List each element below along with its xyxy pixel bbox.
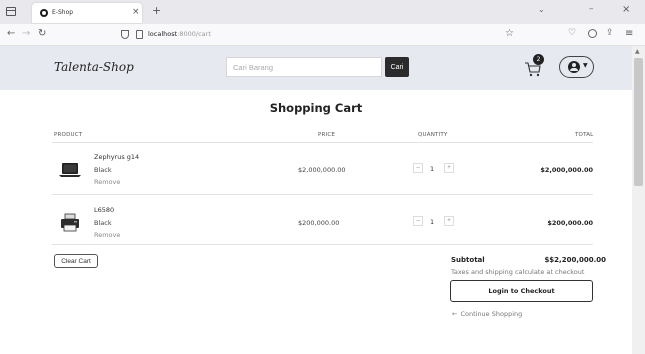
remove-item-link[interactable]: Remove xyxy=(94,231,120,239)
site-logo[interactable]: Talenta-Shop xyxy=(54,60,134,74)
minimize-icon[interactable]: – xyxy=(589,4,594,14)
close-tab-icon[interactable]: × xyxy=(132,7,140,17)
divider xyxy=(52,194,593,195)
caret-down-icon: ▼ xyxy=(583,62,588,69)
tax-note: Taxes and shipping calculate at checkout xyxy=(451,268,585,276)
address-bar[interactable]: localhost:8000/cart xyxy=(148,30,211,38)
pocket-icon[interactable]: ♡ xyxy=(568,28,576,38)
user-avatar-icon xyxy=(568,61,580,73)
arrow-left-icon: ← xyxy=(452,310,458,318)
divider xyxy=(52,142,593,143)
product-name[interactable]: L6580 xyxy=(94,206,114,214)
line-total: $200,000.00 xyxy=(547,219,593,227)
column-header-price: PRICE xyxy=(318,132,336,138)
favicon-icon xyxy=(40,9,48,17)
forward-arrow-icon[interactable]: → xyxy=(22,28,30,39)
quantity-value: 1 xyxy=(430,165,435,173)
tab-title: E-Shop xyxy=(52,9,74,16)
subtotal-label: Subtotal xyxy=(451,256,485,264)
login-to-checkout-button[interactable]: Login to Checkout xyxy=(450,280,593,302)
cart-row: L6580 Black Remove $200,000.00 – 1 + $20… xyxy=(52,198,593,248)
quantity-decrement-button[interactable]: – xyxy=(413,216,423,226)
search-button[interactable]: Cari xyxy=(385,57,409,77)
back-arrow-icon[interactable]: ← xyxy=(7,28,15,39)
quantity-value: 1 xyxy=(430,218,435,226)
laptop-icon xyxy=(59,163,81,177)
cart-row: Zephyrus g14 Black Remove $2,000,000.00 … xyxy=(52,145,593,195)
window-close-icon[interactable]: × xyxy=(622,4,630,15)
column-header-total: TOTAL xyxy=(575,132,594,138)
column-header-quantity: QUANTITY xyxy=(418,132,448,138)
continue-shopping-label: Continue Shopping xyxy=(460,310,523,318)
share-icon[interactable]: ⇪ xyxy=(606,28,614,38)
page-title: Shopping Cart xyxy=(269,101,363,115)
clear-cart-button[interactable]: Clear Cart xyxy=(54,254,98,268)
column-header-product: PRODUCT xyxy=(54,132,83,138)
browser-tab[interactable]: E-Shop × xyxy=(32,3,142,23)
window-list-icon[interactable] xyxy=(6,7,16,16)
quantity-decrement-button[interactable]: – xyxy=(413,163,423,173)
scroll-thumb[interactable] xyxy=(634,58,643,186)
line-total: $2,000,000.00 xyxy=(540,166,593,174)
printer-icon xyxy=(61,213,79,232)
menu-icon[interactable]: ≡ xyxy=(625,28,633,39)
url-path: :8000/cart xyxy=(177,30,211,38)
product-variant: Black xyxy=(94,166,112,174)
search-input[interactable] xyxy=(226,57,382,77)
reload-icon[interactable]: ↻ xyxy=(38,28,46,39)
product-price: $2,000,000.00 xyxy=(298,166,346,174)
subtotal-value: $$2,200,000.00 xyxy=(544,256,606,264)
browser-tab-bar: E-Shop × + ⌄ – × xyxy=(0,0,645,24)
product-price: $200,000.00 xyxy=(298,219,340,227)
tab-list-chevron-icon[interactable]: ⌄ xyxy=(538,5,545,14)
product-name[interactable]: Zephyrus g14 xyxy=(94,153,139,161)
cart-count-badge: 2 xyxy=(533,54,544,65)
star-icon[interactable]: ☆ xyxy=(505,28,514,39)
scroll-up-arrow-icon[interactable]: ▲ xyxy=(635,48,640,55)
site-header: Talenta-Shop Cari 2 ▼ xyxy=(0,46,632,90)
account-dropdown[interactable]: ▼ xyxy=(559,56,594,78)
shield-icon[interactable] xyxy=(121,30,129,39)
new-tab-plus-icon[interactable]: + xyxy=(152,4,161,17)
divider xyxy=(52,244,593,245)
page-scrollbar[interactable]: ▲ xyxy=(632,46,645,354)
page-icon[interactable] xyxy=(136,30,143,39)
account-icon[interactable] xyxy=(588,29,597,38)
quantity-increment-button[interactable]: + xyxy=(444,216,454,226)
remove-item-link[interactable]: Remove xyxy=(94,178,120,186)
browser-nav-bar: ← → ↻ localhost:8000/cart ☆ ♡ ⇪ ≡ xyxy=(0,24,645,46)
url-host: localhost xyxy=(148,30,178,38)
quantity-increment-button[interactable]: + xyxy=(444,163,454,173)
product-variant: Black xyxy=(94,219,112,227)
continue-shopping-link[interactable]: ← Continue Shopping xyxy=(452,310,522,318)
